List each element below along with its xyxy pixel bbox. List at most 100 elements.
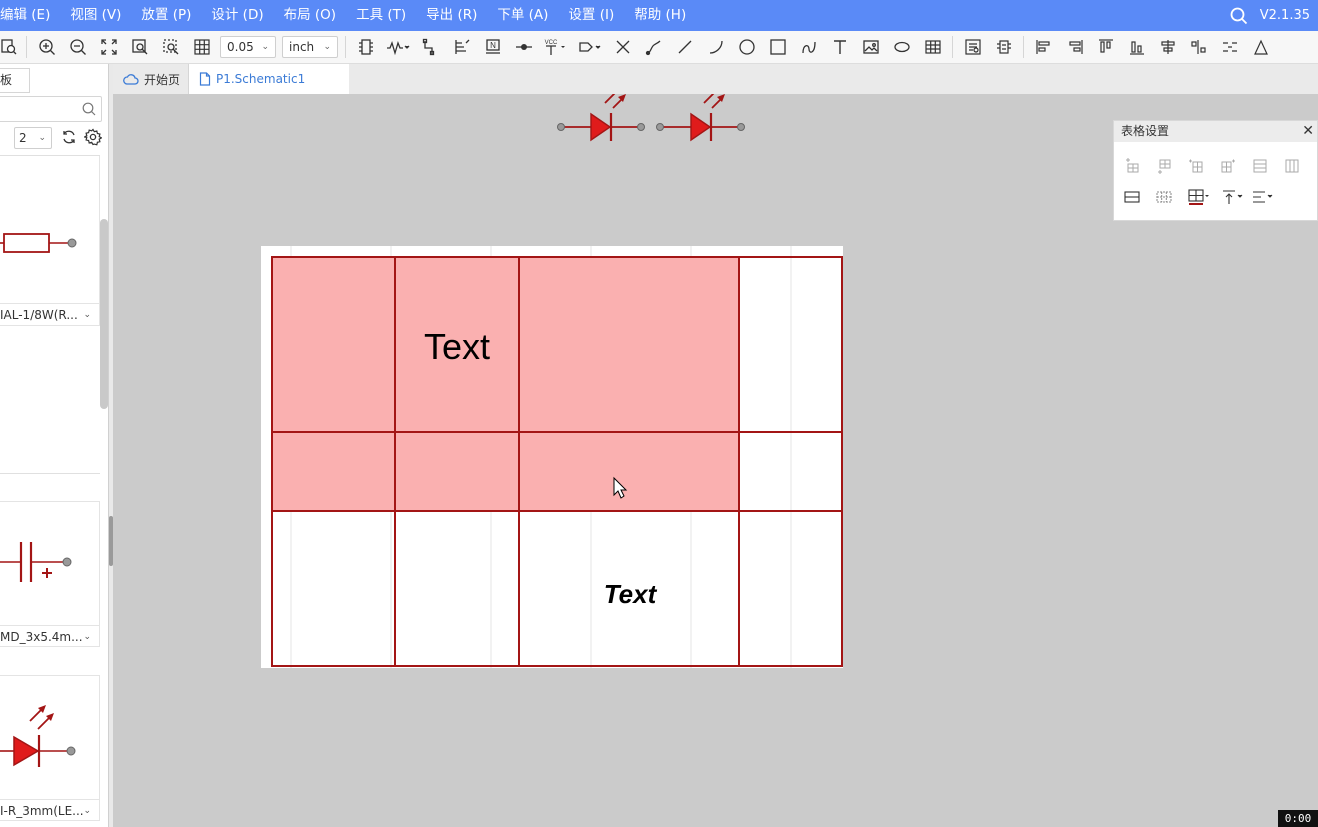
zoom-selection-icon[interactable] — [155, 32, 186, 62]
rotate-icon[interactable] — [1245, 32, 1276, 62]
place-junction-icon[interactable] — [508, 32, 539, 62]
ellipse-icon[interactable] — [886, 32, 917, 62]
page-select[interactable]: 2 ⌄ — [14, 127, 52, 149]
menu-bar: 编辑 (E) 视图 (V) 放置 (P) 设计 (D) 布局 (O) 工具 (T… — [0, 0, 1318, 31]
place-bus-icon[interactable] — [381, 32, 415, 62]
chevron-down-icon: ⌄ — [83, 806, 91, 816]
align-top-icon[interactable] — [1090, 32, 1121, 62]
border-style-icon[interactable] — [1188, 186, 1222, 208]
component-library-icon[interactable] — [957, 32, 988, 62]
insert-row-above-icon[interactable] — [1124, 155, 1156, 177]
distribute-h-icon[interactable] — [1183, 32, 1214, 62]
tab-schematic-label: P1.Schematic1 — [216, 72, 306, 86]
selected-cells[interactable] — [272, 257, 739, 511]
led-symbol — [0, 705, 76, 767]
table-icon[interactable] — [917, 32, 948, 62]
menu-order[interactable]: 下单 (A) — [487, 0, 558, 31]
menu-tools[interactable]: 工具 (T) — [346, 0, 416, 31]
vertical-align-icon[interactable] — [1222, 186, 1252, 208]
delete-column-icon[interactable] — [1284, 155, 1316, 177]
search-icon[interactable] — [82, 102, 96, 120]
insert-column-left-icon[interactable] — [1188, 155, 1220, 177]
component-footprint-select[interactable]: I-R_3mm(LE... ⌄ — [0, 799, 99, 821]
component-footprint-select[interactable]: MD_3x5.4m... ⌄ — [0, 625, 99, 647]
place-wire-icon[interactable] — [415, 32, 446, 62]
menu-layout[interactable]: 布局 (O) — [274, 0, 346, 31]
component-card-capacitor[interactable]: MD_3x5.4m... ⌄ — [0, 501, 100, 647]
toolbar-divider — [345, 36, 346, 58]
grid-icon[interactable] — [186, 32, 217, 62]
document-icon — [199, 72, 211, 86]
search-icon[interactable] — [1222, 0, 1256, 31]
grid-size-value: 0.05 — [227, 40, 254, 54]
tab-schematic[interactable]: P1.Schematic1 — [189, 64, 349, 94]
align-bottom-icon[interactable] — [1121, 32, 1152, 62]
place-net-label-icon[interactable]: N — [477, 32, 508, 62]
insert-row-below-icon[interactable] — [1156, 155, 1188, 177]
menu-help[interactable]: 帮助 (H) — [624, 0, 696, 31]
led-component[interactable] — [656, 94, 745, 142]
menu-place[interactable]: 放置 (P) — [131, 0, 201, 31]
component-card-resistor[interactable]: IAL-1/8W(R... ⌄ — [0, 156, 100, 326]
component-card-led[interactable]: I-R_3mm(LE... ⌄ — [0, 675, 100, 821]
component-footprint-select[interactable]: IAL-1/8W(R... ⌄ — [0, 303, 99, 325]
distribute-v-icon[interactable] — [1214, 32, 1245, 62]
table-cell-text-bold[interactable]: Text — [604, 579, 658, 609]
circle-icon[interactable] — [731, 32, 762, 62]
close-icon[interactable]: ✕ — [1302, 121, 1314, 142]
chevron-down-icon: ⌄ — [83, 310, 91, 320]
symbol-wizard-icon[interactable] — [988, 32, 1019, 62]
grid-size-select[interactable]: 0.05 ⌄ — [220, 36, 276, 58]
zoom-out-icon[interactable] — [62, 32, 93, 62]
align-left-icon[interactable] — [1028, 32, 1059, 62]
place-component-icon[interactable] — [350, 32, 381, 62]
probe-icon[interactable] — [638, 32, 669, 62]
align-center-h-icon[interactable] — [1152, 32, 1183, 62]
merge-cells-icon[interactable] — [1124, 186, 1156, 208]
table-settings-header: 表格设置 ✕ — [1114, 121, 1317, 142]
menu-design[interactable]: 设计 (D) — [201, 0, 273, 31]
panel-scrollbar[interactable] — [100, 219, 108, 409]
library-tab[interactable]: 板 — [0, 68, 30, 93]
unit-select[interactable]: inch ⌄ — [282, 36, 338, 58]
table-tools-row-2 — [1124, 186, 1282, 208]
delete-row-icon[interactable] — [1252, 155, 1284, 177]
line-icon[interactable] — [669, 32, 700, 62]
menu-view[interactable]: 视图 (V) — [60, 0, 131, 31]
toolbar-divider — [952, 36, 953, 58]
gear-icon[interactable] — [82, 128, 103, 150]
menu-export[interactable]: 导出 (R) — [416, 0, 487, 31]
menu-edit[interactable]: 编辑 (E) — [0, 0, 60, 31]
insert-column-right-icon[interactable] — [1220, 155, 1252, 177]
align-right-icon[interactable] — [1059, 32, 1090, 62]
net-label-glyph: N — [490, 41, 496, 50]
refresh-icon[interactable] — [61, 129, 77, 149]
place-bus-entry-icon[interactable] — [446, 32, 477, 62]
find-component-icon[interactable] — [0, 32, 22, 62]
arc-icon[interactable] — [700, 32, 731, 62]
zoom-in-icon[interactable] — [31, 32, 62, 62]
recording-timer: 0:00 — [1278, 810, 1318, 827]
toolbar-divider — [26, 36, 27, 58]
panel-divider — [0, 473, 100, 474]
no-connect-icon[interactable] — [607, 32, 638, 62]
horizontal-align-icon[interactable] — [1252, 186, 1282, 208]
library-search-input[interactable] — [0, 96, 102, 122]
rectangle-icon[interactable] — [762, 32, 793, 62]
table-cell-text[interactable]: Text — [424, 326, 490, 367]
image-icon[interactable] — [855, 32, 886, 62]
place-power-icon[interactable]: VCC — [539, 32, 573, 62]
text-icon[interactable] — [824, 32, 855, 62]
place-port-icon[interactable] — [573, 32, 607, 62]
bezier-icon[interactable] — [793, 32, 824, 62]
menu-settings[interactable]: 设置 (I) — [558, 0, 624, 31]
led-component[interactable] — [557, 94, 645, 142]
component-library-panel: 板 2 ⌄ IAL-1/8W(R... ⌄ MD_3x5.4m... ⌄ I-R… — [0, 64, 109, 827]
cloud-icon — [123, 74, 139, 85]
tab-start-page[interactable]: 开始页 — [113, 64, 189, 94]
fit-all-icon[interactable] — [93, 32, 124, 62]
split-cells-icon[interactable] — [1156, 186, 1188, 208]
zoom-area-icon[interactable] — [124, 32, 155, 62]
resistor-symbol — [0, 233, 77, 253]
chevron-down-icon: ⌄ — [261, 42, 269, 52]
